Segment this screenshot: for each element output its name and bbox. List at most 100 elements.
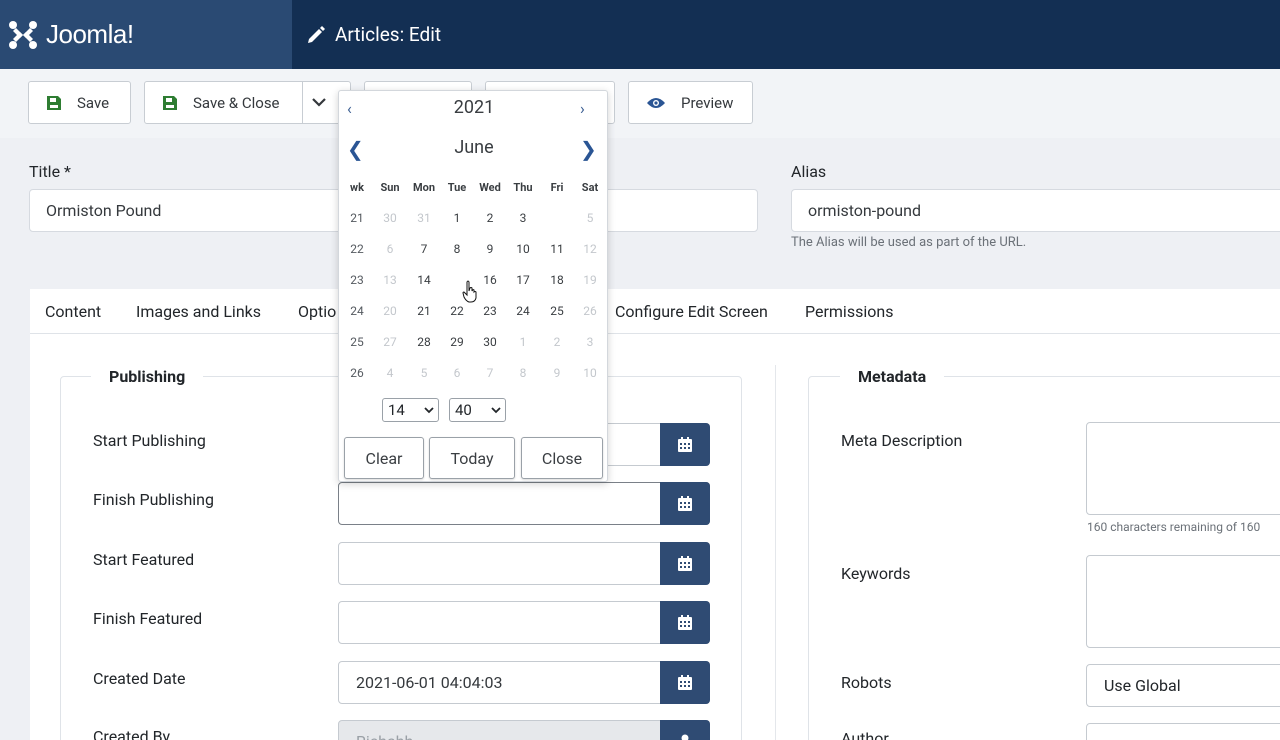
finish-publishing-label: Finish Publishing [93,490,214,509]
meta-description-counter: 160 characters remaining of 160 [1087,520,1261,534]
calendar-day[interactable]: 31 [407,211,441,225]
toolbar: Save Save & Close Preview [0,69,1280,138]
calendar-day[interactable]: 7 [407,242,441,256]
meta-description-textarea[interactable] [1086,422,1280,515]
calendar-day[interactable]: 19 [573,273,607,287]
save-button[interactable]: Save [28,81,131,124]
tab-configure-edit-screen[interactable]: Configure Edit Screen [615,289,768,333]
alias-input[interactable]: ormiston-pound [791,189,1280,232]
calendar-day[interactable]: 2 [540,335,574,349]
pencil-icon [308,25,325,43]
tab-bar: Content Images and Links Optio Configure… [30,289,1280,334]
chevron-down-icon [424,407,434,414]
calendar-today-button[interactable]: Today [429,437,515,479]
calendar-day[interactable]: 11 [540,242,574,256]
calendar-day[interactable]: 9 [540,366,574,380]
tab-content[interactable]: Content [45,289,101,333]
calendar-day[interactable]: 17 [506,273,540,287]
eye-icon [647,97,665,108]
calendar-day[interactable]: 21 [407,304,441,318]
next-year-button[interactable]: › [580,99,585,118]
calendar-day[interactable]: 7 [473,366,507,380]
calendar-day[interactable]: 1 [506,335,540,349]
title-label: Title * [29,162,71,181]
calendar-day[interactable]: 8 [440,242,474,256]
calendar-day[interactable]: 24 [506,304,540,318]
finish-featured-calendar-button[interactable] [660,601,710,644]
keywords-textarea[interactable] [1086,555,1280,648]
calendar-day[interactable]: 5 [407,366,441,380]
calendar-day[interactable]: 29 [440,335,474,349]
calendar-close-button[interactable]: Close [521,437,603,479]
created-date-calendar-button[interactable] [660,661,710,704]
calendar-week-number: 21 [350,211,364,225]
author-label: Author [841,729,889,740]
calendar-day[interactable]: 10 [506,242,540,256]
calendar-icon [678,556,692,571]
calendar-day[interactable]: 23 [473,304,507,318]
calendar-week-number: 26 [350,366,364,380]
calendar-weekday-header: Thu [513,181,533,194]
calendar-day[interactable]: 1 [440,211,474,225]
calendar-day[interactable]: 14 [407,273,441,287]
logo[interactable]: Joomla! [0,0,292,69]
calendar-day[interactable]: 9 [473,242,507,256]
publishing-legend: Publishing [91,367,204,386]
calendar-weekday-header: Tue [447,181,467,194]
calendar-day[interactable]: 22 [440,304,474,318]
author-input[interactable] [1086,723,1280,740]
calendar-day[interactable]: 6 [440,366,474,380]
calendar-day[interactable]: 27 [373,335,407,349]
hour-select[interactable]: 14 [382,398,439,422]
calendar-day[interactable]: 6 [373,242,407,256]
calendar-day[interactable]: 26 [573,304,607,318]
finish-featured-label: Finish Featured [93,609,203,628]
minute-select[interactable]: 40 [449,398,506,422]
calendar-icon [678,437,692,452]
start-publishing-calendar-button[interactable] [660,423,710,466]
preview-button[interactable]: Preview [628,81,753,124]
start-featured-calendar-button[interactable] [660,542,710,585]
finish-featured-input[interactable] [338,601,710,644]
select-user-button[interactable] [660,720,710,740]
calendar-day[interactable]: 8 [506,366,540,380]
calendar-day[interactable]: 12 [573,242,607,256]
keywords-label: Keywords [841,564,911,583]
calendar-day[interactable]: 10 [573,366,607,380]
calendar-day[interactable]: 4 [373,366,407,380]
tab-options[interactable]: Optio [298,289,336,333]
calendar-week-number: 24 [350,304,364,318]
calendar-day[interactable]: 30 [473,335,507,349]
finish-publishing-input[interactable] [338,482,710,525]
chevron-down-icon [491,407,501,414]
alias-hint: The Alias will be used as part of the UR… [791,235,1027,250]
calendar-day[interactable]: 5 [573,211,607,225]
calendar-weekday-header: wk [350,181,364,194]
meta-description-label: Meta Description [841,431,963,450]
start-publishing-label: Start Publishing [93,431,206,450]
created-by-input[interactable]: Richahh [338,720,710,740]
calendar-day[interactable]: 20 [373,304,407,318]
tab-permissions[interactable]: Permissions [805,289,893,333]
calendar-day[interactable]: 13 [373,273,407,287]
created-date-label: Created Date [93,669,186,688]
calendar-month: June [454,137,494,158]
next-month-button[interactable]: ❯ [580,137,597,161]
calendar-year: 2021 [453,97,495,118]
calendar-day[interactable]: 25 [540,304,574,318]
save-close-button[interactable]: Save & Close [144,81,351,124]
calendar-day[interactable]: 28 [407,335,441,349]
calendar-day[interactable]: 30 [373,211,407,225]
calendar-week-number: 23 [350,273,364,287]
start-featured-input[interactable] [338,542,710,585]
created-date-input[interactable]: 2021-06-01 04:04:03 [338,661,710,704]
robots-select[interactable]: Use Global [1086,664,1280,707]
calendar-day[interactable]: 3 [573,335,607,349]
calendar-clear-button[interactable]: Clear [344,437,424,479]
tab-images-and-links[interactable]: Images and Links [136,289,261,333]
calendar-weekday-header: Sun [380,181,400,194]
calendar-day[interactable]: 3 [506,211,540,225]
finish-publishing-calendar-button[interactable] [660,482,710,525]
calendar-day[interactable]: 18 [540,273,574,287]
calendar-day[interactable]: 2 [473,211,507,225]
